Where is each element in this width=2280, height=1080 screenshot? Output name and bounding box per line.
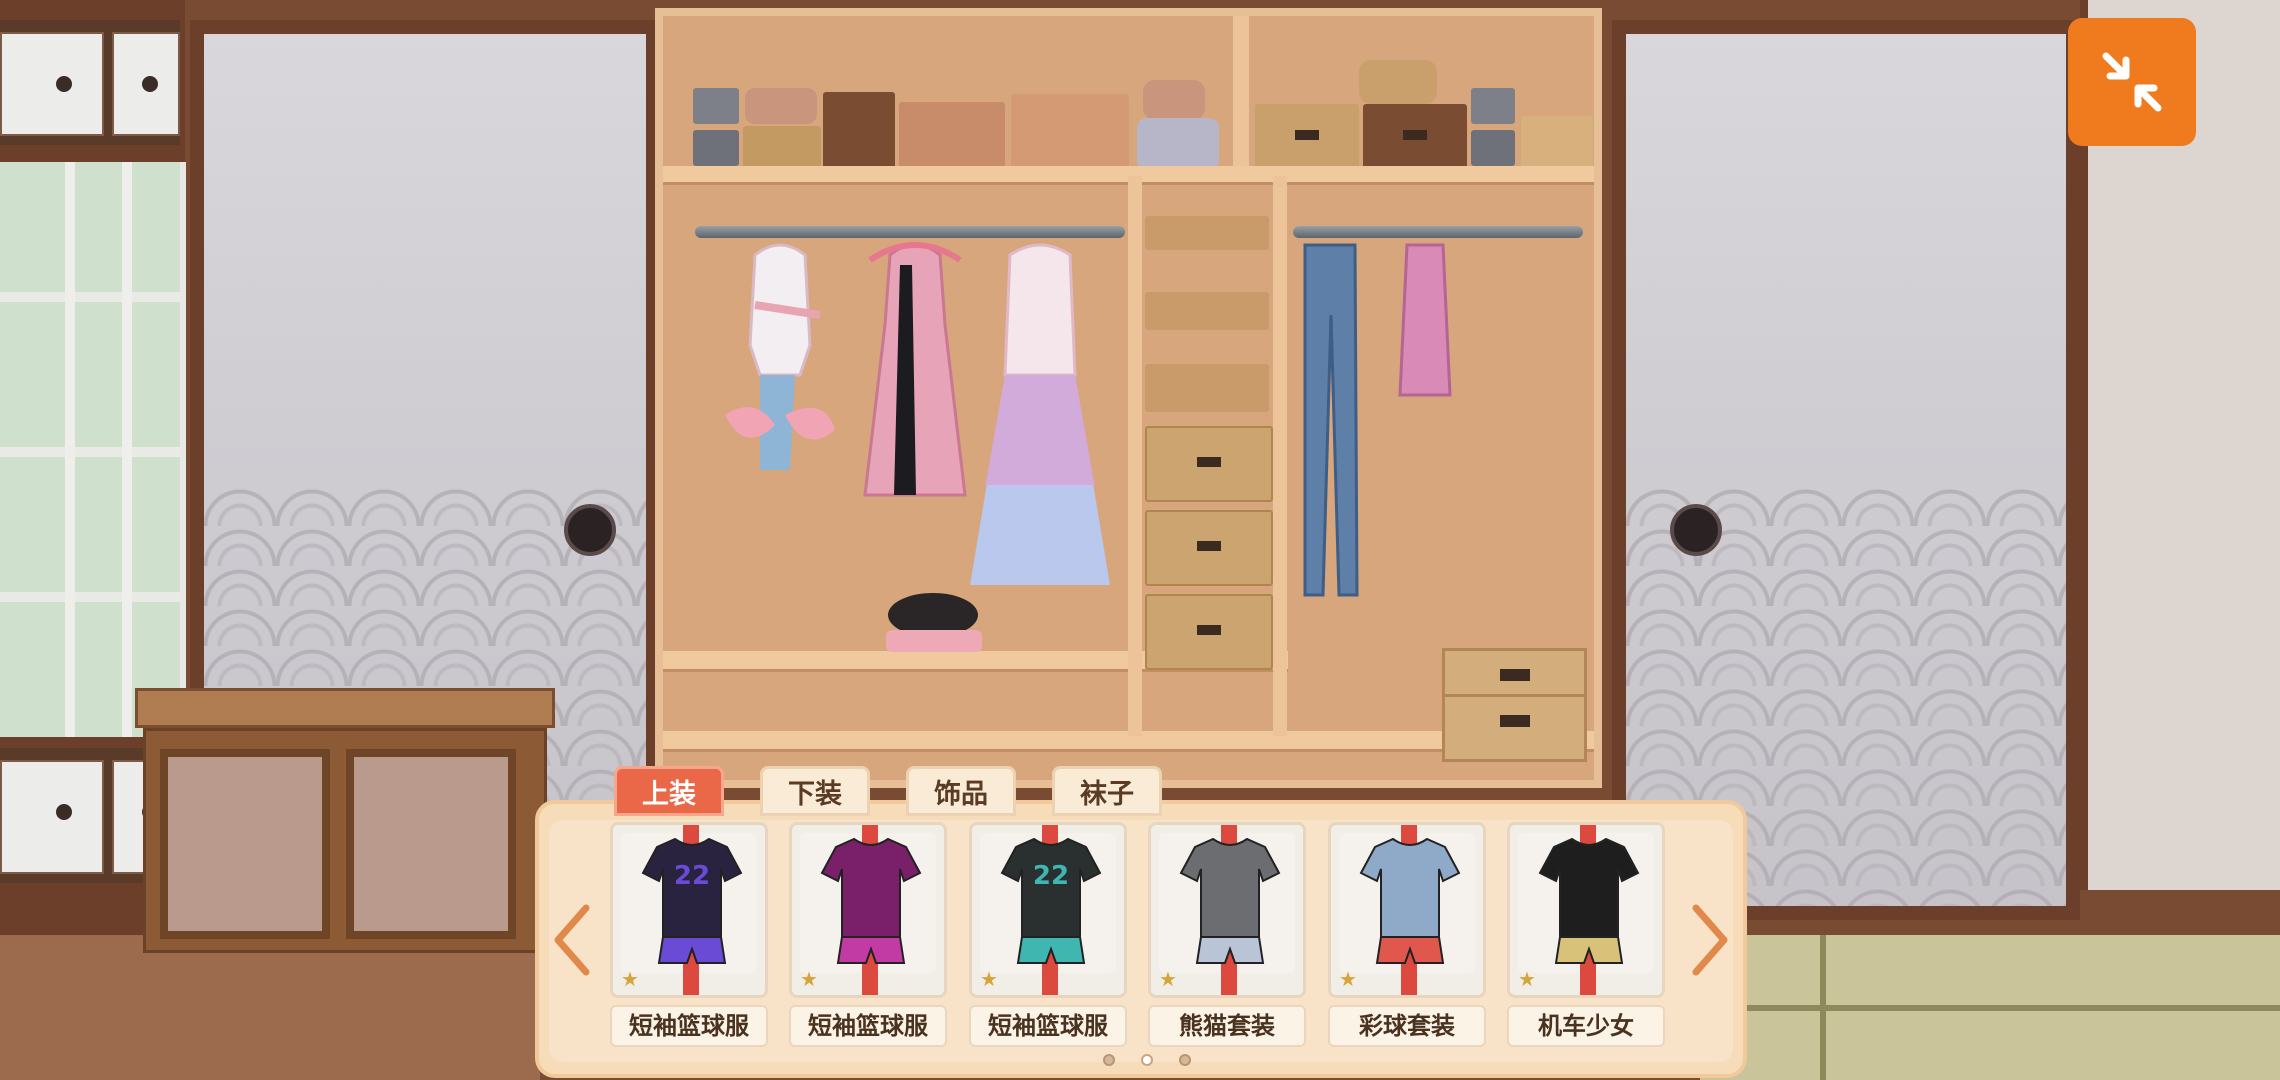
outfit-name[interactable]: 熊猫套装 [1148, 1005, 1306, 1047]
shrink-arrows-icon [2102, 52, 2162, 112]
outfit-thumbnail [820, 837, 922, 964]
outfit-name[interactable]: 彩球套装 [1328, 1005, 1486, 1047]
prev-arrow-icon[interactable] [548, 900, 598, 980]
hanging-jeans [1303, 243, 1359, 597]
star-icon: ★ [1518, 967, 1536, 991]
jersey-number: 22 [1032, 861, 1070, 891]
upper-drawers [0, 20, 180, 145]
storage-box [1363, 104, 1467, 170]
drawer [0, 760, 104, 874]
outfit-name[interactable]: 短袖篮球服 [610, 1005, 768, 1047]
tab-0[interactable]: 上装 [614, 766, 724, 816]
storage-box [1011, 94, 1129, 170]
page-dot[interactable] [1103, 1054, 1115, 1066]
storage-box [1359, 60, 1437, 104]
star-icon: ★ [1159, 967, 1177, 991]
shelf-drawer [1145, 426, 1273, 502]
drawer-knob-icon [56, 804, 72, 820]
outfit-thumbnail [1179, 837, 1281, 964]
shelf-drawer [1145, 364, 1269, 412]
tatami-floor [1700, 935, 2280, 1080]
hanging-pastel-dress [970, 243, 1110, 585]
storage-box [1143, 80, 1205, 120]
outfit-name[interactable]: 机车少女 [1507, 1005, 1665, 1047]
outfit-thumbnail [1538, 837, 1640, 964]
folded-hat [886, 593, 982, 652]
drawer [112, 32, 180, 136]
right-sliding-door [1612, 20, 2080, 920]
hanging-pink-skirt [1398, 243, 1452, 397]
door-handle-icon [1670, 504, 1722, 556]
outfit-thumbnail [1359, 837, 1461, 964]
outfit-thumbnail [1000, 837, 1102, 964]
outfit-name[interactable]: 短袖篮球服 [969, 1005, 1127, 1047]
storage-box [1471, 88, 1515, 124]
outfit-card[interactable]: 22 ★ [610, 822, 768, 998]
storage-box [1137, 118, 1219, 170]
outfit-name[interactable]: 短袖篮球服 [789, 1005, 947, 1047]
drawer [0, 32, 104, 136]
star-icon: ★ [1339, 967, 1357, 991]
shelf-drawer [1145, 510, 1273, 586]
storage-box [899, 102, 1005, 170]
storage-box [745, 88, 817, 124]
hanging-pink-jacket [725, 243, 835, 470]
tab-2[interactable]: 饰品 [906, 766, 1016, 816]
tab-3[interactable]: 袜子 [1052, 766, 1162, 816]
shelf-drawer [1145, 216, 1269, 250]
storage-box [743, 126, 821, 170]
page-indicator [1095, 1050, 1205, 1070]
hanging-black-pink-dress [863, 242, 967, 497]
next-arrow-icon[interactable] [1684, 900, 1734, 980]
star-icon: ★ [621, 967, 639, 991]
star-icon: ★ [800, 967, 818, 991]
outfit-card[interactable]: ★ [1328, 822, 1486, 998]
shrink-button[interactable] [2068, 18, 2196, 146]
drawer-knob-icon [56, 76, 72, 92]
page-dot[interactable] [1179, 1054, 1191, 1066]
star-icon: ★ [980, 967, 998, 991]
storage-box [693, 130, 739, 166]
low-cabinet [135, 688, 555, 958]
small-drawer [1442, 694, 1587, 762]
glass-cabinet [0, 162, 186, 737]
outfit-card[interactable]: ★ [1148, 822, 1306, 998]
storage-box [1255, 104, 1359, 170]
outfit-card[interactable]: ★ [789, 822, 947, 998]
outfit-card[interactable]: ★ [1507, 822, 1665, 998]
jersey-number: 22 [673, 861, 711, 891]
outfit-thumbnail [641, 837, 743, 964]
page-dot[interactable] [1141, 1054, 1153, 1066]
storage-box [693, 88, 739, 124]
shelf-drawer [1145, 594, 1273, 670]
storage-box [1471, 130, 1515, 166]
tab-1[interactable]: 下装 [760, 766, 870, 816]
outfit-card[interactable]: 22 ★ [969, 822, 1127, 998]
storage-box [823, 92, 895, 170]
drawer-knob-icon [142, 76, 158, 92]
storage-box [1521, 116, 1593, 170]
door-handle-icon [564, 504, 616, 556]
shelf-drawer [1145, 292, 1269, 330]
